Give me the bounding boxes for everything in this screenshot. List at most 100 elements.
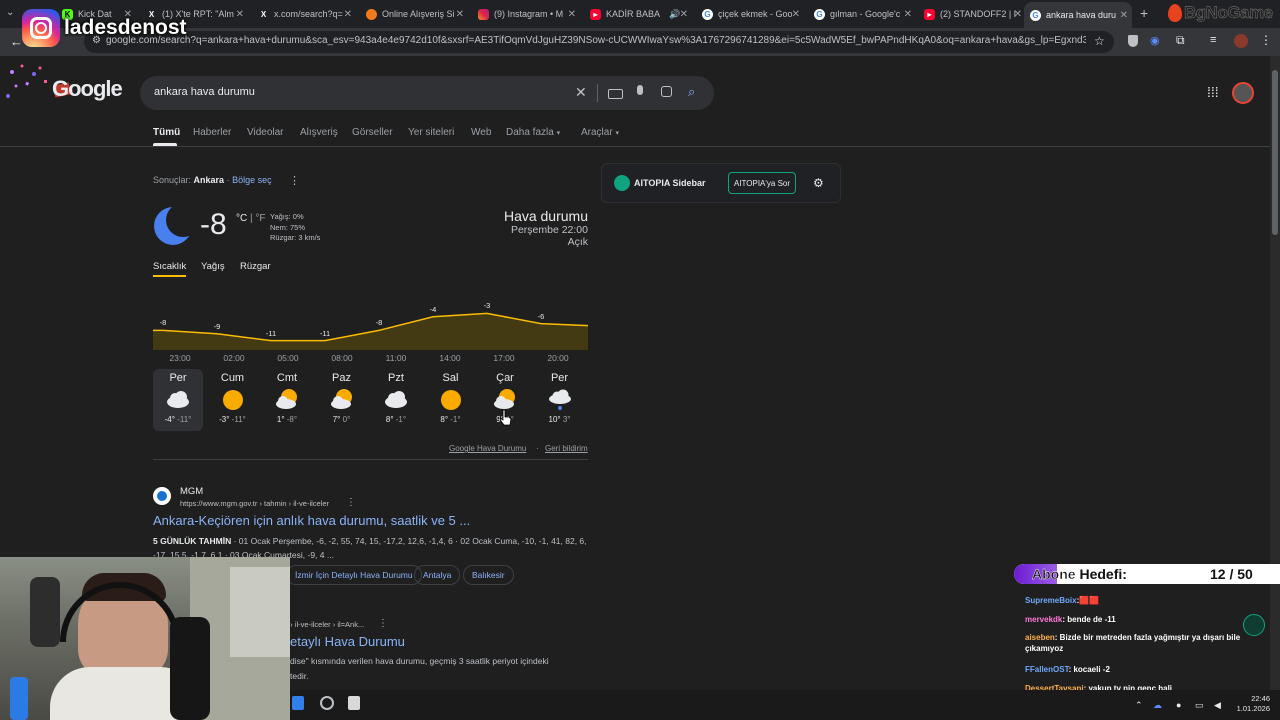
tray-display-icon[interactable]: ▭ — [1195, 700, 1204, 711]
chat-text: : Bizde bir metreden fazla yağmıştır ya … — [1025, 633, 1241, 653]
extensions-puzzle-icon[interactable]: ⧉ — [1176, 33, 1185, 48]
tab-temperature[interactable]: Sıcaklık — [153, 261, 186, 272]
tab-gilman[interactable]: G gılman - Google'c ✕ — [808, 4, 916, 24]
aitopia-logo-icon — [614, 175, 630, 191]
tab-images[interactable]: Görseller — [352, 127, 393, 138]
more-options-icon[interactable]: ⋮ — [289, 174, 300, 187]
tab-shopping[interactable]: Alışveriş — [300, 127, 338, 138]
result-snippet-bold: 5 GÜNLÜK TAHMİN — [153, 536, 232, 546]
profile-avatar[interactable] — [1234, 34, 1248, 48]
camera-lens-icon[interactable] — [661, 86, 672, 97]
feedback-link[interactable]: Geri bildirim — [545, 444, 588, 453]
related-chip[interactable]: Balıkesir — [463, 565, 514, 585]
tab-web[interactable]: Web — [471, 127, 491, 138]
google-apps-icon[interactable]: ⁞⁞⁞ — [1207, 84, 1219, 100]
tab-standoff[interactable]: ▸ (2) STANDOFF2 | I ✕ — [918, 4, 1026, 24]
result-url[interactable]: https://www.mgm.gov.tr › tahmin › il-ve-… — [180, 499, 329, 508]
forecast-low: -1° — [448, 415, 461, 424]
microphone-icon[interactable] — [637, 85, 643, 95]
tab-places[interactable]: Yer siteleri — [408, 127, 454, 138]
related-chip[interactable]: Antalya — [414, 565, 461, 585]
forecast-day-temps: -4° -11° — [153, 415, 203, 424]
forecast-day[interactable]: Per -4° -11° — [153, 369, 203, 431]
forecast-day[interactable]: Cum -3° -11° — [208, 369, 258, 431]
more-options-icon[interactable]: ⋮ — [378, 618, 388, 629]
close-icon[interactable]: ✕ — [680, 9, 688, 20]
url-text[interactable]: google.com/search?q=ankara+hava+durumu&s… — [106, 35, 1086, 46]
taskbar-app-icon[interactable] — [348, 696, 360, 710]
menu-dots-icon[interactable]: ⋮ — [1260, 33, 1272, 47]
result-title-link[interactable]: Ankara-Keçiören için anlık hava durumu, … — [153, 513, 470, 528]
taskbar-app-icon[interactable] — [320, 696, 334, 710]
forecast-low: -11° — [174, 415, 192, 424]
unit-celsius[interactable]: °C — [236, 213, 247, 224]
close-icon[interactable]: ✕ — [792, 9, 800, 20]
tray-chevron-icon[interactable]: ⌃ — [1135, 700, 1143, 711]
account-avatar[interactable] — [1232, 82, 1254, 104]
tab-news[interactable]: Haberler — [193, 127, 231, 138]
close-icon[interactable]: ✕ — [344, 9, 352, 20]
close-icon[interactable]: ✕ — [568, 9, 576, 20]
tab-videos[interactable]: Videolar — [247, 127, 284, 138]
google-logo[interactable]: Google — [4, 62, 123, 108]
tab-kadir-baba[interactable]: ▸ KADİR BABA 🔊 ✕ — [584, 4, 692, 24]
tab-instagram[interactable]: (9) Instagram • M ✕ — [472, 4, 580, 24]
bookmark-star-icon[interactable]: ☆ — [1094, 34, 1105, 48]
chat-message: aiseben: Bizde bir metreden fazla yağmış… — [1025, 633, 1257, 654]
search-icon[interactable]: ⌕ — [688, 84, 695, 100]
tab-shopping[interactable]: Online Alışveriş Si ✕ — [360, 4, 468, 24]
close-icon[interactable]: ✕ — [1120, 10, 1128, 21]
tray-cloud-icon[interactable]: ☁ — [1153, 700, 1162, 711]
aitopia-ask-button[interactable]: AITOPIA'ya Sor — [728, 172, 796, 194]
gear-icon[interactable]: ⚙ — [813, 176, 824, 190]
result-title-link[interactable]: etaylı Hava Durumu — [290, 634, 405, 649]
keyboard-icon[interactable] — [608, 89, 623, 99]
tab-cicek-ekmek[interactable]: G çiçek ekmek - Goo ✕ — [696, 4, 804, 24]
close-icon[interactable]: ✕ — [904, 9, 912, 20]
taskbar-clock[interactable]: 22:46 1.01.2026 — [1228, 694, 1270, 714]
instagram-overlay: ladesdenost — [22, 8, 187, 48]
shield-extension-icon[interactable] — [1128, 35, 1138, 47]
tab-ankara-hava[interactable]: G ankara hava duru ✕ — [1024, 2, 1132, 28]
new-tab-button[interactable]: + — [1140, 5, 1148, 21]
forecast-day-name: Cmt — [276, 372, 298, 384]
forecast-day[interactable]: Cmt 1° -8° — [262, 369, 312, 431]
related-chip[interactable]: İzmir İçin Detaylı Hava Durumu — [286, 565, 422, 585]
search-input[interactable]: ankara hava durumu — [154, 86, 255, 98]
forecast-day[interactable]: Paz 7° 0° — [317, 369, 367, 431]
taskbar-app-icon[interactable] — [292, 696, 304, 710]
close-icon[interactable]: ✕ — [456, 9, 464, 20]
forecast-day[interactable]: Per 10° 3° — [535, 369, 585, 431]
unit-fahrenheit[interactable]: °F — [255, 213, 265, 224]
more-options-icon[interactable]: ⋮ — [346, 497, 356, 508]
media-control-icon[interactable]: ≡ — [1210, 34, 1216, 46]
tab-wind[interactable]: Rüzgar — [240, 261, 271, 272]
result-url[interactable]: n › il-ve-ilceler › il=Ank... — [284, 620, 364, 629]
clear-search-icon[interactable]: ✕ — [575, 84, 587, 101]
forecast-day[interactable]: Pzt 8° -1° — [371, 369, 421, 431]
tab-search-icon[interactable]: ⌄ — [6, 7, 14, 18]
scrollbar-thumb[interactable] — [1272, 70, 1278, 235]
google-weather-link[interactable]: Google Hava Durumu — [449, 444, 526, 453]
tray-mic-icon[interactable]: ● — [1176, 700, 1181, 710]
speaker-icon[interactable]: 🔊 — [669, 9, 680, 20]
tray-speaker-icon[interactable]: ◀ — [1214, 700, 1221, 711]
temperature-value-label: -8 — [159, 318, 167, 328]
result-snippet-text: tedir. — [290, 671, 309, 681]
tab-all[interactable]: Tümü — [153, 127, 180, 138]
results-for: Sonuçlar: Ankara · Bölge seç — [153, 175, 272, 185]
result-site-name[interactable]: MGM — [180, 486, 203, 497]
tab-tools[interactable]: Araçlar ▾ — [581, 127, 619, 138]
forecast-day[interactable]: Sal 8° -1° — [426, 369, 476, 431]
region-select-link[interactable]: Bölge seç — [232, 175, 272, 185]
humidity-text: Nem: 75% — [270, 222, 306, 232]
sunny-icon — [208, 387, 258, 413]
tab-x-search[interactable]: X x.com/search?q= ✕ — [252, 4, 356, 24]
tab-precipitation[interactable]: Yağış — [201, 261, 225, 272]
forecast-day-name: Per — [550, 372, 569, 384]
tab-more[interactable]: Daha fazla ▾ — [506, 127, 560, 138]
translate-extension-icon[interactable]: ◉ — [1150, 34, 1160, 47]
chatgpt-float-icon[interactable] — [1243, 614, 1265, 636]
close-icon[interactable]: ✕ — [1014, 9, 1022, 20]
close-icon[interactable]: ✕ — [236, 9, 244, 20]
